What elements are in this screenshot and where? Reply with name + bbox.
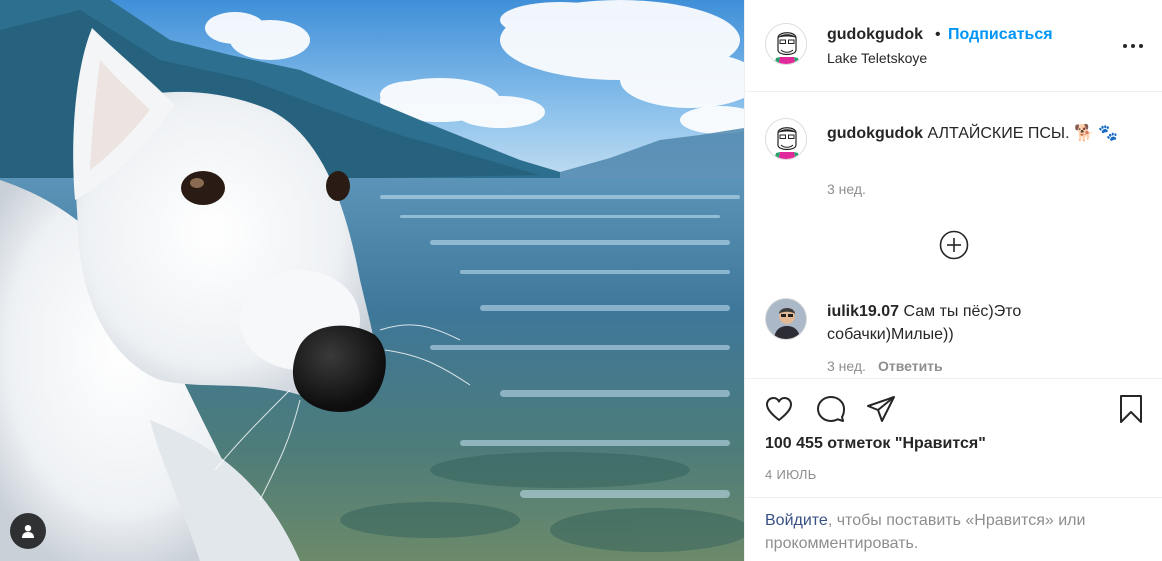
post-side-panel: gudokgudok • Подписаться Lake Teletskoye bbox=[744, 0, 1162, 561]
tag-user-button[interactable] bbox=[10, 513, 46, 549]
login-link[interactable]: Войдите bbox=[765, 512, 828, 529]
post-actions: 100 455 отметок "Нравится" 4 ИЮЛЬ bbox=[745, 378, 1162, 498]
post-photo[interactable] bbox=[0, 0, 744, 561]
caption-username[interactable]: gudokgudok bbox=[827, 125, 923, 142]
avatar[interactable] bbox=[765, 298, 807, 340]
separator-dot: • bbox=[935, 26, 941, 43]
avatar[interactable] bbox=[765, 23, 807, 65]
login-prompt: Войдите, чтобы поставить «Нравится» или … bbox=[745, 497, 1162, 561]
user-avatar-drawing-icon bbox=[766, 24, 806, 64]
post-author-username[interactable]: gudokgudok bbox=[827, 26, 923, 44]
comment-item: iulik19.07 Сам ты пёс)Это собачки)Милые)… bbox=[827, 300, 1127, 346]
caption: gudokgudok АЛТАЙСКИЕ ПСЫ. 🐕 🐾 bbox=[827, 123, 1147, 145]
bookmark-icon[interactable] bbox=[1115, 393, 1147, 425]
post-header: gudokgudok • Подписаться Lake Teletskoye bbox=[745, 0, 1162, 92]
post-date[interactable]: 4 ИЮЛЬ bbox=[765, 467, 817, 482]
likes-count[interactable]: 100 455 отметок "Нравится" bbox=[765, 435, 986, 453]
commenter-avatar-icon bbox=[766, 299, 806, 339]
comment-username[interactable]: iulik19.07 bbox=[827, 303, 899, 320]
caption-text: АЛТАЙСКИЕ ПСЫ. 🐕 🐾 bbox=[927, 125, 1119, 142]
more-options-icon[interactable] bbox=[1121, 38, 1145, 54]
comment-timestamp[interactable]: 3 нед. bbox=[827, 358, 866, 374]
comment-icon[interactable] bbox=[815, 393, 847, 425]
avatar[interactable] bbox=[765, 118, 807, 160]
user-avatar-drawing-icon bbox=[766, 119, 806, 159]
tag-user-icon bbox=[22, 525, 34, 538]
post-location[interactable]: Lake Teletskoye bbox=[827, 50, 927, 66]
heart-icon[interactable] bbox=[763, 393, 795, 425]
comment-meta: 3 нед. Ответить bbox=[827, 358, 943, 374]
share-icon[interactable] bbox=[865, 393, 897, 425]
comments-section[interactable]: gudokgudok АЛТАЙСКИЕ ПСЫ. 🐕 🐾 3 нед. iul… bbox=[745, 93, 1162, 377]
reply-button[interactable]: Ответить bbox=[878, 358, 943, 374]
load-more-icon[interactable] bbox=[938, 229, 970, 261]
caption-timestamp[interactable]: 3 нед. bbox=[827, 181, 866, 197]
dog-lake-image bbox=[0, 0, 744, 561]
follow-button[interactable]: Подписаться bbox=[948, 26, 1053, 44]
